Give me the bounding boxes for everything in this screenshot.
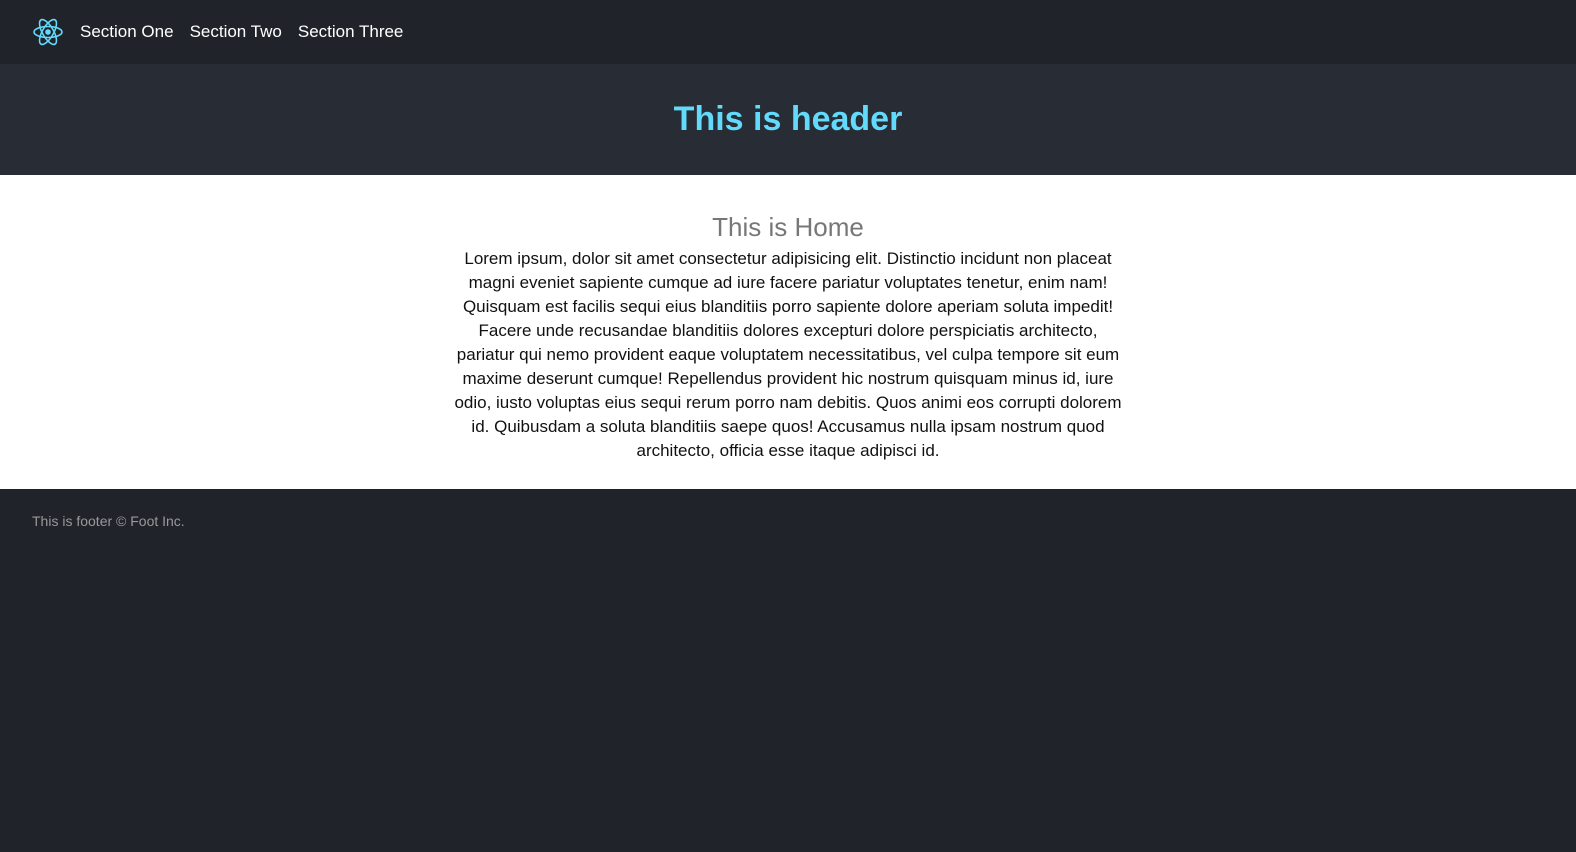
home-title: This is Home (712, 212, 864, 242)
page-header: This is header (0, 64, 1576, 175)
top-navbar: Section One Section Two Section Three (0, 0, 1576, 64)
footer-text: This is footer © Foot Inc. (32, 513, 185, 529)
nav-link-section-one[interactable]: Section One (80, 22, 174, 42)
nav-link-section-three[interactable]: Section Three (298, 22, 404, 42)
home-body-text: Lorem ipsum, dolor sit amet consectetur … (454, 249, 1122, 460)
header-title: This is header (673, 100, 903, 138)
home-section: This is Home Lorem ipsum, dolor sit amet… (0, 175, 1576, 489)
page-footer: This is footer © Foot Inc. (0, 489, 1576, 555)
react-atom-icon[interactable] (32, 16, 64, 48)
nav-links: Section One Section Two Section Three (80, 22, 419, 42)
nav-link-section-two[interactable]: Section Two (190, 22, 282, 42)
react-atom-icon-svg (33, 18, 63, 46)
